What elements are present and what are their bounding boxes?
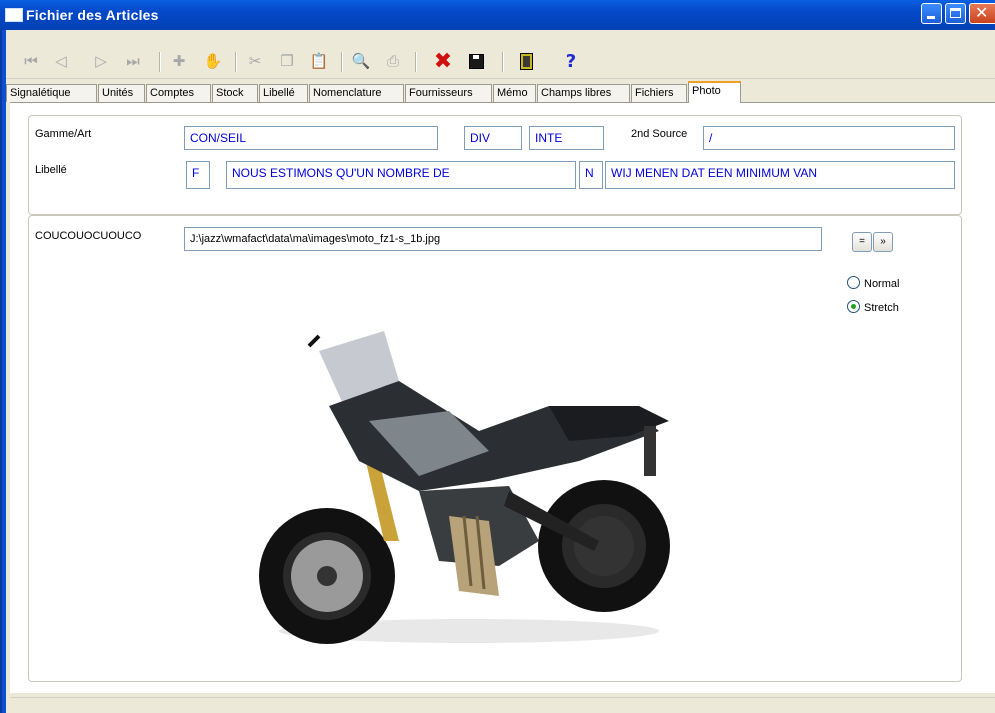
toolbar-separator: [159, 52, 161, 72]
window-left-border-dark: [0, 30, 2, 713]
div-field[interactable]: DIV: [464, 126, 522, 150]
mode-stretch-label: Stretch: [864, 302, 899, 314]
photo-label: COUCOUOCUOUCO: [35, 230, 142, 242]
gamme-label: Gamme/Art: [35, 128, 92, 140]
tab-champs-libres[interactable]: Champs libres: [537, 84, 630, 102]
minimize-icon: [927, 16, 935, 19]
tab-stock[interactable]: Stock: [212, 84, 258, 102]
help-icon: ?: [565, 50, 577, 72]
add-icon: ✚: [172, 52, 186, 70]
tab-fournisseurs[interactable]: Fournisseurs: [405, 84, 492, 102]
lang2-text-field[interactable]: WIJ MENEN DAT EEN MINIMUM VAN: [605, 161, 955, 189]
mode-stretch-radio[interactable]: Stretch: [847, 300, 899, 314]
tab-unites[interactable]: Unités: [98, 84, 145, 102]
first-icon: ⏮: [24, 52, 38, 70]
tab-memo[interactable]: Mémo: [493, 84, 536, 102]
gamme-field[interactable]: CON/SEIL: [184, 126, 438, 150]
copy-icon: ❐: [280, 52, 294, 70]
next-icon: ▷: [95, 52, 107, 70]
tab-photo[interactable]: Photo: [688, 81, 741, 103]
toolbar-separator: [415, 52, 417, 72]
exit-button[interactable]: [515, 50, 537, 72]
previous-record-button[interactable]: ◁: [50, 50, 72, 72]
prev-icon: ◁: [55, 52, 67, 70]
mode-normal-radio[interactable]: Normal: [847, 276, 899, 290]
cut-button[interactable]: ✂: [244, 50, 266, 72]
toolbar-separator: [341, 52, 343, 72]
hand-button[interactable]: ✋: [202, 50, 224, 72]
window-icon: [5, 8, 23, 22]
add-button[interactable]: ✚: [168, 50, 190, 72]
lang2-code-field[interactable]: N: [579, 161, 603, 189]
last-icon: ⏭: [126, 52, 140, 70]
cut-icon: ✂: [248, 52, 262, 70]
close-button[interactable]: ✕: [969, 3, 995, 24]
photo-group: COUCOUOCUOUCO J:\jazz\wmafact\data\ma\im…: [28, 215, 962, 682]
photo-equal-button[interactable]: =: [852, 232, 872, 252]
print-icon: ⎙: [386, 52, 399, 70]
toolbar-separator: [235, 52, 237, 72]
status-bar: [10, 697, 995, 701]
next-record-button[interactable]: ▷: [90, 50, 112, 72]
close-icon: ✕: [975, 3, 989, 22]
delete-icon: ✖: [433, 48, 453, 74]
first-record-button[interactable]: ⏮: [20, 50, 42, 72]
application-window: Fichier des Articles ✕ ⏮ ◁ ▷ ⏭ ✚ ✋ ✂ ❐ 📋…: [0, 0, 995, 713]
tab-comptes[interactable]: Comptes: [146, 84, 211, 102]
print-button[interactable]: ⎙: [382, 50, 404, 72]
help-button[interactable]: ?: [560, 50, 582, 72]
radio-off-icon: [847, 276, 860, 289]
photo-browse-button[interactable]: »: [873, 232, 893, 252]
inte-field[interactable]: INTE: [529, 126, 604, 150]
tab-bar: Signalétique Unités Comptes Stock Libell…: [6, 81, 995, 103]
copy-button[interactable]: ❐: [276, 50, 298, 72]
delete-button[interactable]: ✖: [432, 48, 454, 74]
lang1-text-field[interactable]: NOUS ESTIMONS QU'UN NOMBRE DE: [226, 161, 576, 189]
tab-nomenclature[interactable]: Nomenclature: [309, 84, 404, 102]
mode-normal-label: Normal: [864, 278, 900, 290]
toolbar: ⏮ ◁ ▷ ⏭ ✚ ✋ ✂ ❐ 📋 🔍 ⎙ ✖ ?: [6, 44, 995, 79]
tab-signaletique[interactable]: Signalétique: [6, 84, 97, 102]
second-source-field[interactable]: /: [703, 126, 955, 150]
second-source-label: 2nd Source: [631, 128, 688, 140]
window-title: Fichier des Articles: [26, 7, 159, 23]
title-bar[interactable]: Fichier des Articles ✕: [0, 0, 995, 30]
search-icon: 🔍: [351, 52, 371, 70]
lang1-code-field[interactable]: F: [186, 161, 210, 189]
save-button[interactable]: [465, 50, 487, 72]
photo-path-field[interactable]: J:\jazz\wmafact\data\ma\images\moto_fz1-…: [184, 227, 822, 251]
search-button[interactable]: 🔍: [350, 50, 372, 72]
tab-libelle[interactable]: Libellé: [259, 84, 308, 102]
tab-fichiers[interactable]: Fichiers: [631, 84, 687, 102]
maximize-icon: [950, 8, 961, 18]
minimize-button[interactable]: [921, 3, 942, 24]
toolbar-separator: [502, 52, 504, 72]
tab-panel-photo: Gamme/Art CON/SEIL DIV INTE 2nd Source /…: [10, 102, 995, 693]
maximize-button[interactable]: [945, 3, 966, 24]
paste-icon: 📋: [309, 52, 329, 70]
paste-button[interactable]: 📋: [308, 50, 330, 72]
save-icon: [468, 53, 484, 69]
hand-icon: ✋: [203, 52, 223, 70]
exit-icon: [519, 52, 533, 70]
last-record-button[interactable]: ⏭: [122, 50, 144, 72]
article-header-group: Gamme/Art CON/SEIL DIV INTE 2nd Source /…: [28, 115, 962, 215]
radio-on-icon: [847, 300, 860, 313]
motorcycle-photo: [259, 331, 670, 644]
libelle-label: Libellé: [35, 164, 67, 176]
